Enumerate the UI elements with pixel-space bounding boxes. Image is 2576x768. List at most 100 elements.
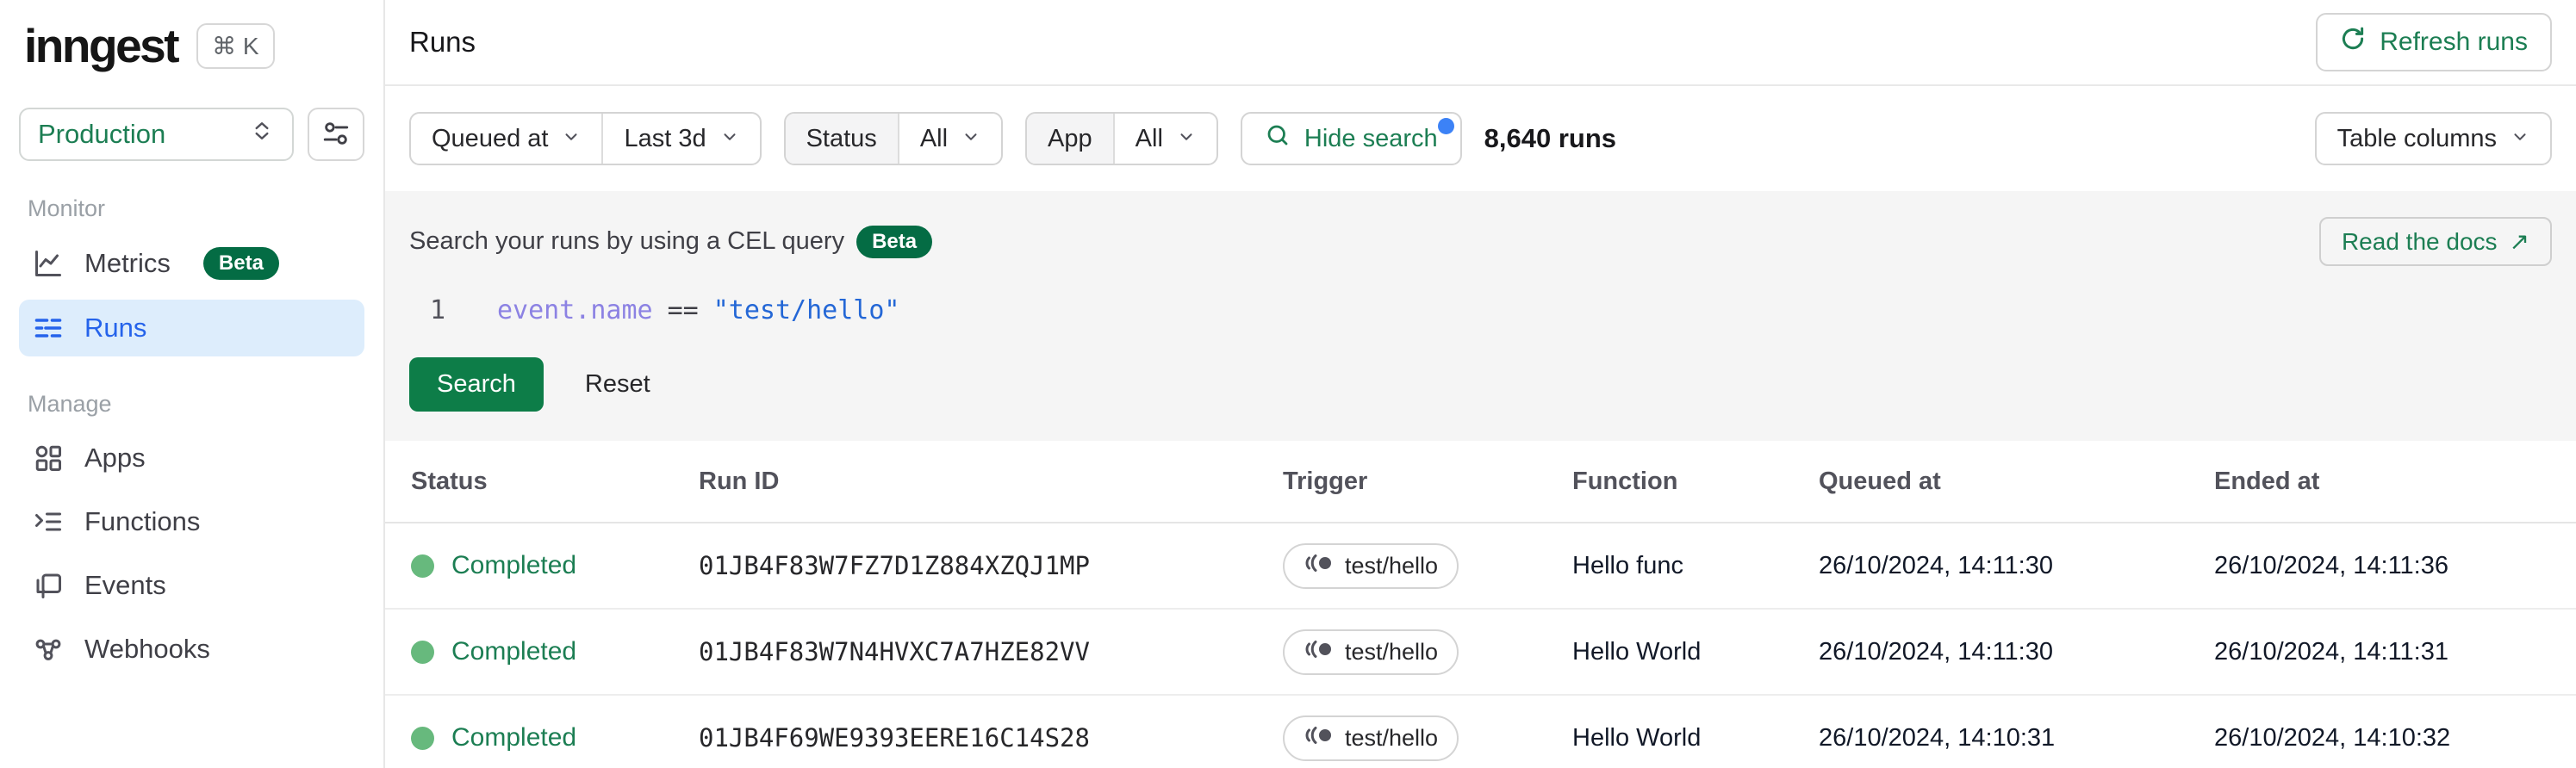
- main-content: Runs Refresh runs Queued at Last 3d Stat…: [385, 0, 2576, 768]
- queued-at-timestamp: 26/10/2024, 14:11:30: [1819, 637, 2053, 666]
- chevron-down-icon: [562, 125, 581, 153]
- logo-row: inngest ⌘ K: [19, 17, 364, 70]
- hide-search-label: Hide search: [1304, 124, 1438, 152]
- environment-row: Production: [19, 108, 364, 161]
- run-id: 01JB4F69WE9393EERE16C14S28: [699, 723, 1090, 753]
- column-header-ended-at: Ended at: [2214, 467, 2320, 495]
- table-row[interactable]: Completed 01JB4F83W7FZ7D1Z884XZQJ1MP tes…: [385, 523, 2576, 610]
- table-row[interactable]: Completed 01JB4F69WE9393EERE16C14S28 tes…: [385, 696, 2576, 768]
- external-link-icon: ↗: [2509, 228, 2529, 255]
- runs-icon: [33, 313, 64, 344]
- trigger-pill: test/hello: [1283, 629, 1459, 675]
- column-header-function: Function: [1572, 467, 1678, 495]
- run-id: 01JB4F83W7FZ7D1Z884XZQJ1MP: [699, 551, 1090, 580]
- sliders-icon: [321, 119, 351, 151]
- event-icon: [1304, 553, 1333, 579]
- column-header-run-id: Run ID: [699, 467, 780, 495]
- functions-icon: [33, 506, 64, 537]
- read-the-docs-button[interactable]: Read the docs ↗: [2318, 217, 2552, 266]
- status-label: Completed: [451, 723, 577, 752]
- status-cell: Completed: [411, 723, 699, 753]
- metrics-icon: [33, 248, 64, 279]
- time-field-dropdown[interactable]: Queued at: [411, 114, 601, 164]
- app-filter: App All: [1025, 112, 1218, 165]
- search-button[interactable]: Search: [409, 357, 544, 412]
- cel-query: event.name == "test/hello": [497, 295, 900, 325]
- trigger-cell: test/hello: [1283, 542, 1572, 589]
- inngest-logo: inngest: [24, 19, 180, 72]
- column-header-queued-at: Queued at: [1819, 467, 1941, 495]
- page-title: Runs: [409, 26, 476, 58]
- run-id: 01JB4F83W7N4HVXC7A7HZE82VV: [699, 637, 1090, 666]
- trigger-cell: test/hello: [1283, 629, 1572, 675]
- section-label-manage: Manage: [28, 391, 112, 417]
- table-columns-dropdown[interactable]: Table columns: [2317, 114, 2550, 164]
- line-number: 1: [430, 294, 446, 325]
- cel-query-editor[interactable]: 1 event.name == "test/hello": [409, 292, 2552, 328]
- table-body: Completed 01JB4F83W7FZ7D1Z884XZQJ1MP tes…: [385, 523, 2576, 768]
- status-label: Completed: [451, 551, 577, 579]
- trigger-event-name: test/hello: [1345, 638, 1439, 665]
- app-filter-dropdown[interactable]: All: [1112, 114, 1216, 164]
- sidebar-item-label: Webhooks: [84, 634, 210, 664]
- environment-filter-button[interactable]: [308, 108, 364, 161]
- cel-search-panel: Search your runs by using a CEL query Be…: [385, 191, 2576, 441]
- queued-at-timestamp: 26/10/2024, 14:10:31: [1819, 723, 2056, 752]
- function-name: Hello World: [1572, 723, 1702, 752]
- trigger-event-name: test/hello: [1345, 724, 1439, 751]
- docs-link-label: Read the docs: [2341, 227, 2498, 255]
- panel-title: Search your runs by using a CEL query: [409, 227, 845, 255]
- events-icon: [33, 570, 64, 601]
- ended-at-timestamp: 26/10/2024, 14:11:31: [2214, 637, 2448, 666]
- panel-head: Search your runs by using a CEL query Be…: [409, 217, 2552, 266]
- webhooks-icon: [33, 634, 64, 665]
- status-dot-completed: [411, 726, 434, 750]
- refresh-icon: [2340, 26, 2366, 59]
- chevron-updown-icon: [249, 118, 275, 151]
- query-operator: ==: [667, 294, 699, 325]
- sidebar-nav: Monitor Metrics Beta Runs Manage Apps Fu…: [19, 195, 364, 678]
- reset-button[interactable]: Reset: [585, 370, 650, 399]
- time-range-dropdown[interactable]: Last 3d: [601, 114, 759, 164]
- environment-selector[interactable]: Production: [19, 108, 294, 161]
- sidebar-item-apps[interactable]: Apps: [19, 430, 364, 486]
- sidebar-item-metrics[interactable]: Metrics Beta: [19, 234, 364, 293]
- app-root: inngest ⌘ K Production Monitor Metrics B…: [0, 0, 2576, 768]
- sidebar-item-label: Events: [84, 570, 166, 600]
- ended-at-timestamp: 26/10/2024, 14:10:32: [2214, 723, 2451, 752]
- runs-table: Status Run ID Trigger Function Queued at…: [385, 441, 2576, 768]
- refresh-label: Refresh runs: [2380, 28, 2528, 56]
- query-string: "test/hello": [712, 294, 900, 325]
- status-cell: Completed: [411, 551, 699, 580]
- sidebar-item-events[interactable]: Events: [19, 557, 364, 614]
- sidebar: inngest ⌘ K Production Monitor Metrics B…: [0, 0, 385, 768]
- sidebar-item-label: Metrics: [84, 248, 171, 278]
- environment-name: Production: [38, 119, 166, 149]
- notification-dot: [1437, 118, 1454, 134]
- status-dot-completed: [411, 554, 434, 578]
- sidebar-item-label: Runs: [84, 313, 147, 343]
- event-icon: [1304, 725, 1333, 752]
- table-header-row: Status Run ID Trigger Function Queued at…: [385, 441, 2576, 523]
- hide-search-button[interactable]: Hide search: [1240, 112, 1462, 165]
- search-icon: [1265, 122, 1291, 155]
- trigger-event-name: test/hello: [1345, 552, 1439, 579]
- chevron-down-icon: [961, 125, 980, 153]
- beta-badge: Beta: [202, 247, 279, 280]
- refresh-runs-button[interactable]: Refresh runs: [2316, 13, 2552, 71]
- status-dot-completed: [411, 640, 434, 664]
- command-k-shortcut[interactable]: ⌘ K: [196, 22, 275, 70]
- status-filter-label: Status: [785, 114, 898, 164]
- sidebar-item-webhooks[interactable]: Webhooks: [19, 621, 364, 678]
- function-name: Hello func: [1572, 551, 1683, 579]
- sidebar-item-functions[interactable]: Functions: [19, 493, 364, 550]
- query-property: event.name: [497, 294, 653, 325]
- sidebar-item-label: Apps: [84, 443, 146, 473]
- status-filter-dropdown[interactable]: All: [897, 114, 1001, 164]
- event-icon: [1304, 639, 1333, 666]
- table-row[interactable]: Completed 01JB4F83W7N4HVXC7A7HZE82VV tes…: [385, 610, 2576, 696]
- sidebar-item-runs[interactable]: Runs: [19, 300, 364, 356]
- runs-count: 8,640 runs: [1484, 123, 1617, 153]
- column-header-trigger: Trigger: [1283, 467, 1368, 495]
- queued-at-timestamp: 26/10/2024, 14:11:30: [1819, 551, 2053, 579]
